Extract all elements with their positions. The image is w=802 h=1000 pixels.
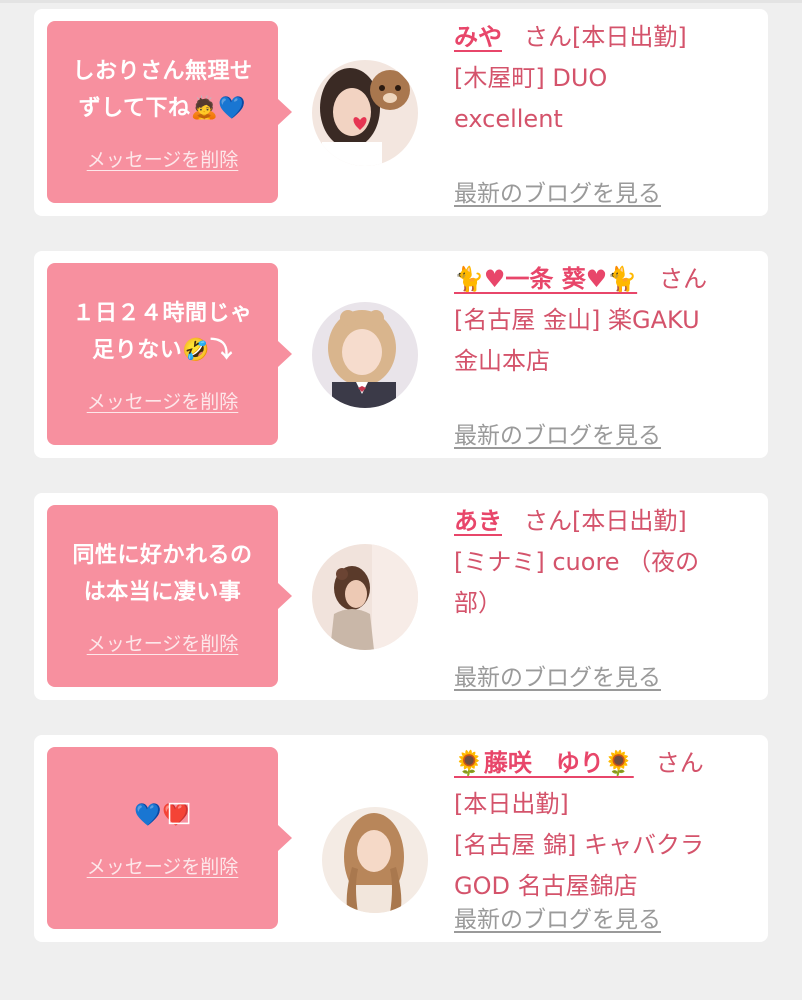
avatar[interactable] — [312, 60, 418, 166]
top-divider — [0, 0, 802, 3]
sender-name-link[interactable]: 🐈♥一条 葵♥🐈 — [454, 265, 637, 293]
shop-line: excellent — [454, 105, 563, 133]
sender-name-link[interactable]: あき — [454, 507, 502, 535]
shop-line: [ミナミ] cuore （夜の — [454, 548, 700, 576]
message-card: 同性に好かれるの は本当に凄い事 メッセージを削除 あき さん[本日出勤] [ミナ… — [34, 493, 768, 700]
sender-name-line: みや さん[本日出勤] — [454, 17, 754, 58]
view-latest-blog-link[interactable]: 最新のブログを見る — [454, 658, 661, 692]
shop-line: 金山本店 — [454, 347, 550, 375]
sender-name-line: 🌻藤咲 ゆり🌻 さん — [454, 743, 754, 784]
shop-line: [名古屋 金山] 楽GAKU — [454, 306, 700, 334]
view-latest-blog-link[interactable]: 最新のブログを見る — [454, 900, 661, 934]
sender-name-line: 🐈♥一条 葵♥🐈 さん — [454, 259, 754, 300]
message-card: しおりさん無理せ ずして下ね🙇💙 メッセージを削除 みや さん[本日出勤] [木屋… — [34, 9, 768, 216]
sender-status: さん — [659, 265, 708, 293]
delete-message-link[interactable]: メッセージを削除 — [87, 852, 239, 879]
sender-name-link[interactable]: みや — [454, 23, 502, 51]
shop-line: [名古屋 錦] キャバクラ — [454, 831, 704, 859]
message-text: 💙❤️⃞ — [134, 803, 191, 828]
shop-line: [木屋町] DUO — [454, 64, 608, 92]
avatar[interactable] — [312, 302, 418, 408]
sender-name-link[interactable]: 🌻藤咲 ゆり🌻 — [454, 749, 634, 777]
message-card: 💙❤️⃞ メッセージを削除 🌻藤咲 ゆり🌻 さん [本日出勤] [名古屋 錦] キ… — [34, 735, 768, 942]
view-latest-blog-link[interactable]: 最新のブログを見る — [454, 174, 661, 208]
sender-status: さん[本日出勤] — [524, 507, 687, 535]
message-text: １日２４時間じゃ 足りない🤣⤵ — [72, 300, 253, 363]
delete-message-link[interactable]: メッセージを削除 — [87, 629, 239, 656]
message-bubble: １日２４時間じゃ 足りない🤣⤵ メッセージを削除 — [47, 263, 292, 445]
message-bubble: 同性に好かれるの は本当に凄い事 メッセージを削除 — [47, 505, 292, 687]
delete-message-link[interactable]: メッセージを削除 — [87, 387, 239, 414]
message-text: 同性に好かれるの は本当に凄い事 — [72, 542, 253, 605]
avatar[interactable] — [312, 544, 418, 650]
sender-status: さん — [655, 749, 704, 777]
avatar[interactable] — [322, 807, 428, 913]
sender-status: さん[本日出勤] — [524, 23, 687, 51]
sender-name-line: あき さん[本日出勤] — [454, 501, 754, 542]
delete-message-link[interactable]: メッセージを削除 — [87, 145, 239, 172]
shop-line: 部） — [454, 589, 502, 617]
message-card: １日２４時間じゃ 足りない🤣⤵ メッセージを削除 🐈♥一条 葵♥🐈 さん [名古屋… — [34, 251, 768, 458]
view-latest-blog-link[interactable]: 最新のブログを見る — [454, 416, 661, 450]
message-bubble: 💙❤️⃞ メッセージを削除 — [47, 747, 292, 929]
message-bubble: しおりさん無理せ ずして下ね🙇💙 メッセージを削除 — [47, 21, 292, 203]
message-text: しおりさん無理せ ずして下ね🙇💙 — [72, 58, 253, 121]
shop-line: [本日出勤] — [454, 790, 569, 818]
